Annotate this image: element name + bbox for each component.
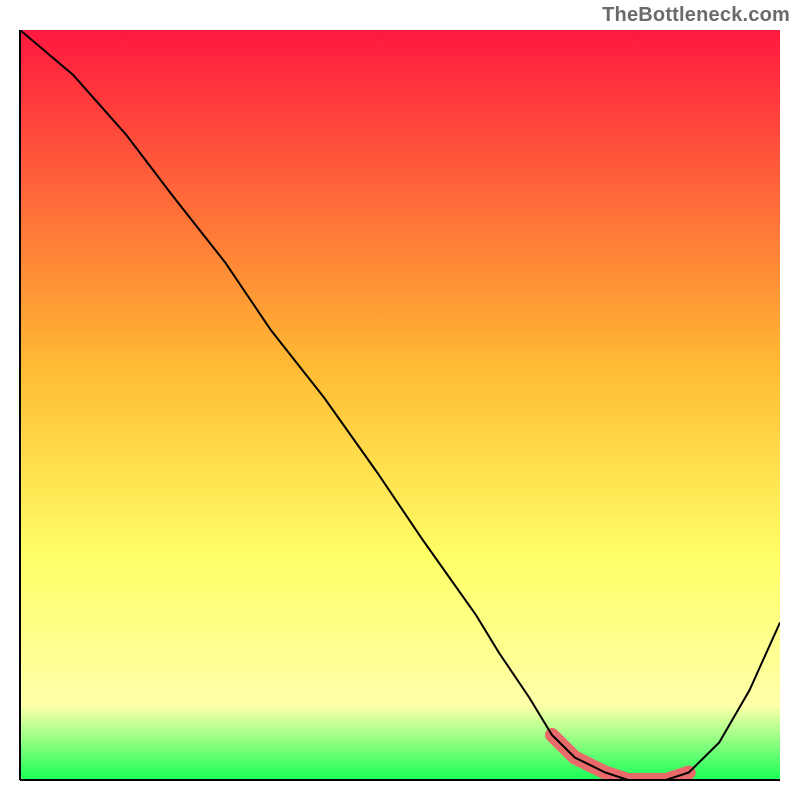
chart-stage: TheBottleneck.com <box>0 0 800 800</box>
bottleneck-chart <box>0 0 800 800</box>
attribution-text: TheBottleneck.com <box>602 4 790 27</box>
plot-background <box>20 30 780 780</box>
